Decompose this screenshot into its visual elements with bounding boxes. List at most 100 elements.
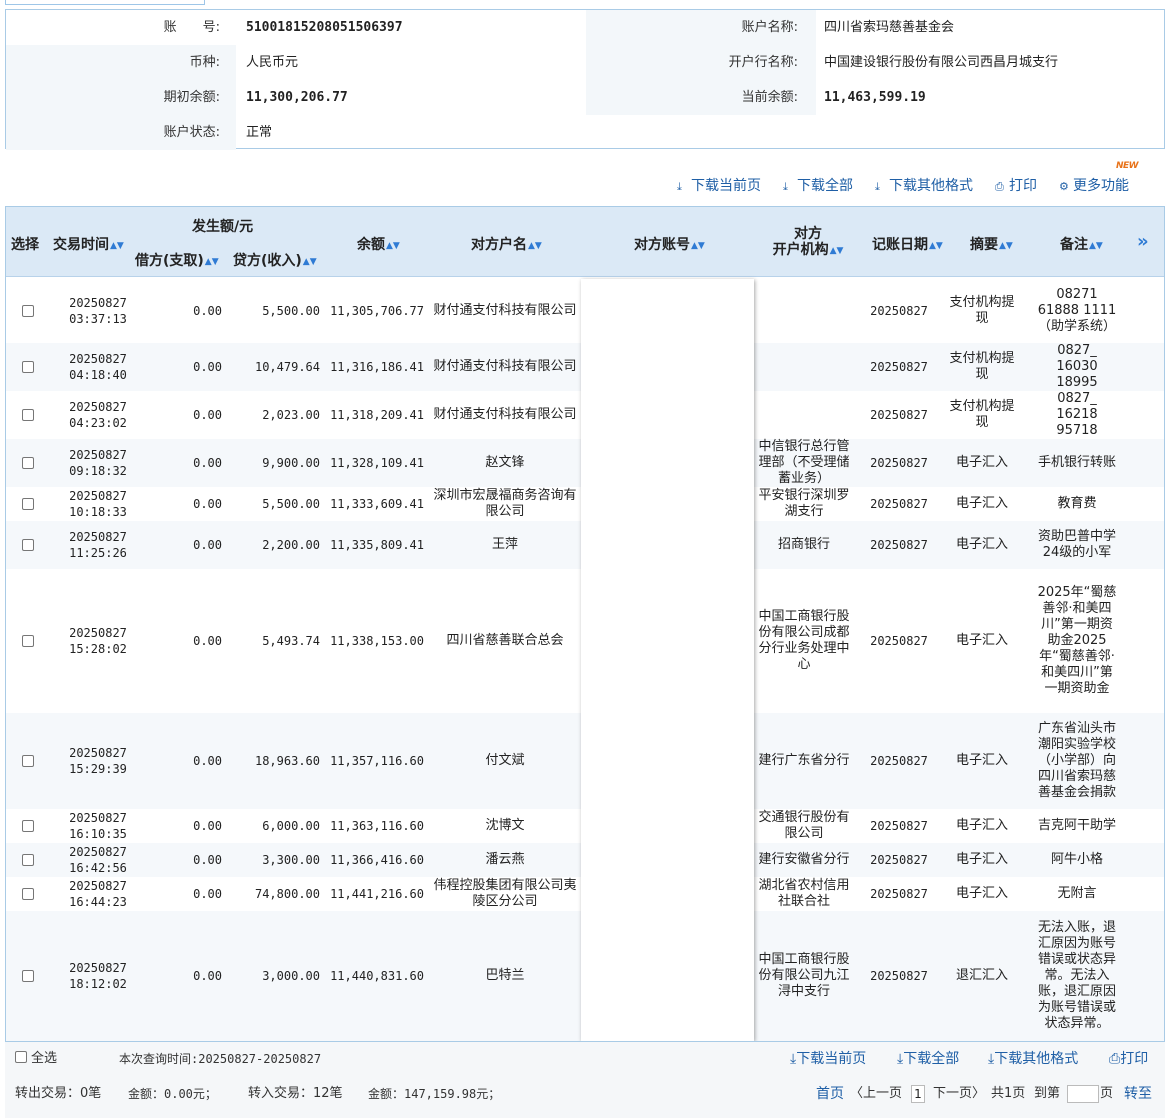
row-checkbox[interactable] (22, 970, 34, 982)
download-page-link[interactable]: ⤓ 下载当前页 (677, 176, 761, 196)
row-checkbox[interactable] (22, 820, 34, 832)
select-all[interactable]: 全选 (15, 1050, 57, 1068)
cell-post: 20250827 (870, 634, 928, 648)
current-balance-label: 当前余额: (741, 90, 798, 105)
footer-download-all-link[interactable]: ⤓下载全部 (897, 1050, 959, 1068)
more-link[interactable]: ⚙ 更多功能 (1059, 176, 1129, 196)
cell-bank (758, 391, 850, 439)
cell-balance: 11,318,209.41 (330, 408, 424, 422)
cell-name: 付文斌 (485, 753, 525, 768)
row-checkbox[interactable] (22, 305, 34, 317)
header-amount-group: 发生额/元 (192, 219, 254, 235)
cell-bank: 招商银行 (777, 537, 830, 552)
cell-post: 20250827 (870, 304, 928, 318)
cell-credit: 5,500.00 (262, 497, 320, 511)
new-badge: NEW (1116, 161, 1139, 171)
header-remark[interactable]: 备注▲▼ (1060, 234, 1103, 254)
row-checkbox[interactable] (22, 854, 34, 866)
toolbar: ⤓ 下载当前页 ⤓ 下载全部 ⤓ 下载其他格式 ⎙ 打印 ⚙ 更多功能 (0, 176, 1165, 196)
cell-debit: 0.00 (193, 456, 222, 470)
cell-summary: 电子汇入 (955, 455, 1008, 470)
cell-time: 20250827 16:44:23 (69, 879, 127, 909)
header-credit[interactable]: 贷方(收入)▲▼ (233, 250, 317, 270)
header-debit[interactable]: 借方(支取)▲▼ (135, 250, 219, 270)
row-select-cell (6, 569, 50, 713)
opening-balance-value: 11,300,206.77 (246, 90, 348, 105)
account-name-value: 四川省索玛慈善基金会 (824, 20, 955, 35)
row-checkbox[interactable] (22, 409, 34, 421)
first-page-link[interactable]: 首页 (816, 1085, 844, 1103)
row-checkbox[interactable] (22, 498, 34, 510)
redacted-account-overlay (581, 279, 754, 1041)
prev-page-link[interactable]: 〈上一页 (850, 1085, 902, 1103)
account-row-4: 账户状态: 正常 (6, 115, 1164, 150)
download-all-link[interactable]: ⤓ 下载全部 (783, 176, 853, 196)
cell-name: 王萍 (491, 537, 518, 552)
cell-credit: 5,493.74 (262, 634, 320, 648)
cell-post: 20250827 (870, 754, 928, 768)
cell-remark: 0827_ 16030 18995 (1056, 343, 1098, 390)
cell-remark: 广东省汕头市潮阳实验学校（小学部）向四川省索玛慈善基金会捐款 (1037, 721, 1116, 800)
goto-page-input[interactable] (1067, 1085, 1099, 1103)
row-select-cell (6, 911, 50, 1041)
print-link[interactable]: ⎙ 打印 (995, 176, 1037, 196)
bank-value: 中国建设银行股份有限公司西昌月城支行 (824, 55, 1059, 70)
row-checkbox[interactable] (22, 361, 34, 373)
row-select-cell (6, 877, 50, 911)
select-all-checkbox[interactable] (15, 1051, 27, 1063)
row-select-cell (6, 279, 50, 343)
cell-time: 20250827 15:28:02 (69, 626, 127, 656)
row-checkbox[interactable] (22, 457, 34, 469)
cell-credit: 2,023.00 (262, 408, 320, 422)
cell-name: 深圳市宏晟福商务咨询有限公司 (433, 488, 577, 519)
download-other-label: 下载其他格式 (889, 178, 973, 194)
cell-credit: 6,000.00 (262, 819, 320, 833)
row-checkbox[interactable] (22, 539, 34, 551)
cell-post: 20250827 (870, 538, 928, 552)
header-counterparty-bank[interactable]: 对方 开户机构▲▼ (768, 226, 848, 259)
cell-name: 四川省慈善联合总会 (446, 633, 564, 648)
gear-icon: ⚙ (1059, 180, 1069, 193)
row-select-cell (6, 487, 50, 521)
cell-debit: 0.00 (193, 754, 222, 768)
footer-download-other-link[interactable]: ⤓下载其他格式 (988, 1050, 1078, 1068)
next-page-link[interactable]: 下一页〉 (933, 1085, 985, 1103)
header-counterparty-name[interactable]: 对方户名▲▼ (471, 234, 542, 254)
header-counterparty-account[interactable]: 对方账号▲▼ (634, 234, 705, 254)
cell-balance: 11,363,116.60 (330, 819, 424, 833)
cell-remark: 无附言 (1057, 886, 1097, 901)
footer-download-page-link[interactable]: ⤓下载当前页 (790, 1050, 866, 1068)
query-time: 本次查询时间:20250827-20250827 (119, 1052, 322, 1066)
cell-time: 20250827 04:18:40 (69, 352, 127, 382)
row-checkbox[interactable] (22, 755, 34, 767)
cell-post: 20250827 (870, 408, 928, 422)
go-button[interactable]: 转至 (1124, 1085, 1152, 1103)
row-checkbox[interactable] (22, 888, 34, 900)
cell-credit: 10,479.64 (254, 360, 320, 374)
cell-post: 20250827 (870, 497, 928, 511)
printer-icon: ⎙ (1109, 1051, 1121, 1067)
in-amount: 金额：147,159.98元； (368, 1087, 501, 1101)
footer-print-link[interactable]: ⎙打印 (1109, 1050, 1148, 1068)
cell-balance: 11,328,109.41 (330, 456, 424, 470)
header-time[interactable]: 交易时间▲▼ (53, 234, 124, 254)
expand-columns-icon[interactable]: » (1137, 231, 1149, 252)
top-tab[interactable] (5, 0, 205, 5)
header-summary[interactable]: 摘要▲▼ (970, 234, 1013, 254)
cell-remark: 08271 61888 1111（助学系统） (1037, 287, 1117, 334)
cell-time: 20250827 18:12:02 (69, 961, 127, 991)
total-pages: 共1页 (991, 1086, 1026, 1101)
row-select-cell (6, 809, 50, 843)
download-icon: ⤓ (875, 180, 880, 193)
cell-summary: 支付机构提现 (949, 399, 1015, 430)
current-page-box[interactable]: 1 (911, 1085, 925, 1103)
header-post-date[interactable]: 记账日期▲▼ (872, 234, 943, 254)
download-other-link[interactable]: ⤓ 下载其他格式 (875, 176, 973, 196)
cell-debit: 0.00 (193, 497, 222, 511)
sort-icon: ▲▼ (302, 257, 317, 267)
cell-summary: 支付机构提现 (949, 351, 1015, 382)
cell-time: 20250827 16:10:35 (69, 811, 127, 841)
header-balance[interactable]: 余额▲▼ (357, 234, 400, 254)
row-checkbox[interactable] (22, 635, 34, 647)
cell-remark: 2025年“蜀慈善邻·和美四川”第一期资助金2025年“蜀慈善邻·和美四川”第一… (1037, 585, 1117, 696)
